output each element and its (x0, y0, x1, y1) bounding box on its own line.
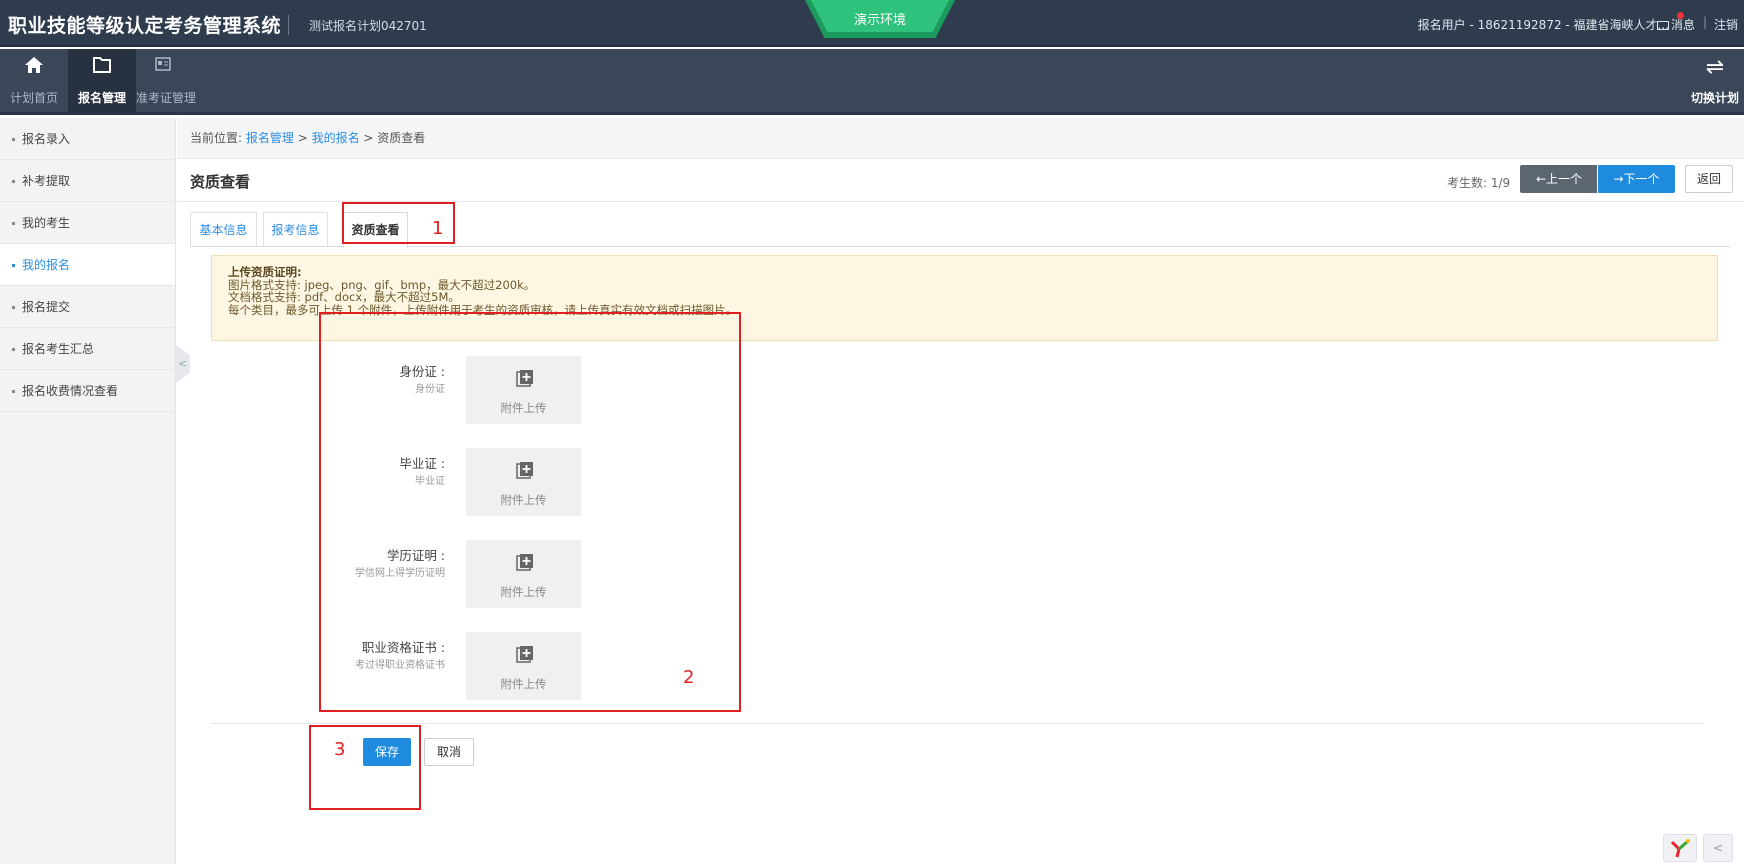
previous-button[interactable]: ←上一个 (1520, 165, 1598, 193)
sidebar-item-label: 报名录入 (22, 132, 71, 146)
breadcrumb-link-my-registrations[interactable]: 我的报名 (312, 131, 360, 145)
switch-plan-button[interactable]: ⇌ 切换计划 (1686, 49, 1744, 112)
messages-link[interactable]: 消息 (1656, 16, 1695, 33)
corner-widget: < (1657, 830, 1744, 864)
sidebar-item-my-registrations[interactable]: 我的报名 (0, 244, 175, 286)
app-title: 职业技能等级认定考务管理系统 (8, 15, 282, 37)
next-button[interactable]: →下一个 (1597, 165, 1675, 193)
env-badge-label: 演示环境 (853, 13, 906, 28)
annotation-number-1: 1 (432, 218, 444, 239)
bullet-icon (12, 348, 15, 351)
nav-admission-ticket-label: 准考证管理 (136, 91, 197, 105)
breadcrumb-link-registration[interactable]: 报名管理 (246, 131, 294, 145)
env-badge: 演示环境 (805, 0, 955, 38)
sidebar-item-label: 报名收费情况查看 (22, 384, 119, 398)
id-card-icon (155, 57, 171, 71)
sidebar-item-label: 我的报名 (22, 258, 71, 272)
sidebar-item-label: 报名考生汇总 (22, 342, 95, 356)
cancel-button[interactable]: 取消 (424, 738, 474, 766)
sidebar-item-registration-submit[interactable]: 报名提交 (0, 286, 175, 328)
sidebar-item-candidate-summary[interactable]: 报名考生汇总 (0, 328, 175, 370)
mail-icon (1656, 21, 1669, 30)
sidebar: 报名录入 补考提取 我的考生 我的报名 报名提交 报名考生汇总 报名收费情况查看 (0, 118, 176, 864)
bullet-icon (12, 222, 15, 225)
tab-exam-info[interactable]: 报考信息 (263, 212, 328, 246)
collapse-arrow-icon[interactable]: < (1703, 834, 1733, 862)
bullet-icon (12, 306, 15, 309)
nav-plan-home[interactable]: 计划首页 (0, 49, 68, 112)
breadcrumb: 当前位置: 报名管理 > 我的报名 > 资质查看 (177, 118, 1744, 159)
breadcrumb-separator: > (293, 131, 312, 145)
annotation-box-2 (319, 312, 741, 712)
bullet-icon (12, 138, 15, 141)
logout-link[interactable]: 注销 (1714, 16, 1738, 33)
nav-admission-ticket[interactable]: 准考证管理 (136, 49, 197, 112)
sidebar-item-fee-status[interactable]: 报名收费情况查看 (0, 370, 175, 412)
annotation-number-2: 2 (683, 667, 695, 688)
bullet-icon (12, 264, 15, 267)
sidebar-item-label: 补考提取 (22, 174, 71, 188)
upload-doc-formats: 文档格式支持: pdf、docx，最大不超过5M。 (228, 290, 460, 304)
annotation-box-3 (309, 725, 421, 810)
module-nav: 计划首页 报名管理 准考证管理 ⇌ 切换计划 (0, 49, 1744, 115)
plan-name: 测试报名计划042701 (309, 19, 427, 33)
annotation-number-3: 3 (334, 739, 346, 760)
page-header: 资质查看 考生数: 1/9 ←上一个 →下一个 返回 (177, 160, 1744, 202)
switch-icon: ⇌ (1705, 55, 1725, 80)
sidebar-item-label: 报名提交 (22, 300, 71, 314)
bullet-icon (12, 390, 15, 393)
switch-plan-label: 切换计划 (1690, 91, 1739, 105)
upload-instructions-title: 上传资质证明: (228, 265, 302, 279)
messages-label: 消息 (1670, 18, 1695, 32)
sidebar-collapse-handle[interactable]: < (176, 345, 190, 383)
nav-registration[interactable]: 报名管理 (68, 49, 136, 112)
home-icon (25, 57, 43, 73)
nav-registration-label: 报名管理 (77, 91, 126, 105)
breadcrumb-current: 资质查看 (377, 131, 426, 145)
user-info[interactable]: 报名用户 - 18621192872 - 福建省海峡人才... (1418, 16, 1669, 33)
header-separator: | (1702, 15, 1707, 29)
title-divider (288, 15, 289, 35)
sidebar-item-label: 我的考生 (22, 216, 71, 230)
folder-icon (93, 57, 111, 73)
form-divider (211, 723, 1704, 724)
message-alert-dot (1677, 12, 1684, 19)
page-title: 资质查看 (190, 173, 251, 191)
tab-basic-info[interactable]: 基本信息 (190, 212, 257, 246)
sidebar-item-registration-entry[interactable]: 报名录入 (0, 118, 175, 160)
candidate-count: 考生数: 1/9 (1447, 176, 1511, 190)
breadcrumb-separator: > (359, 131, 378, 145)
sidebar-item-my-candidates[interactable]: 我的考生 (0, 202, 175, 244)
nav-plan-home-label: 计划首页 (9, 91, 58, 105)
bullet-icon (12, 180, 15, 183)
breadcrumb-prefix: 当前位置: (190, 131, 246, 145)
back-button[interactable]: 返回 (1685, 165, 1733, 193)
top-bar: 职业技能等级认定考务管理系统 测试报名计划042701 演示环境 报名用户 - … (0, 0, 1744, 47)
sidebar-item-makeup-extract[interactable]: 补考提取 (0, 160, 175, 202)
brand-logo-icon[interactable] (1663, 834, 1697, 862)
